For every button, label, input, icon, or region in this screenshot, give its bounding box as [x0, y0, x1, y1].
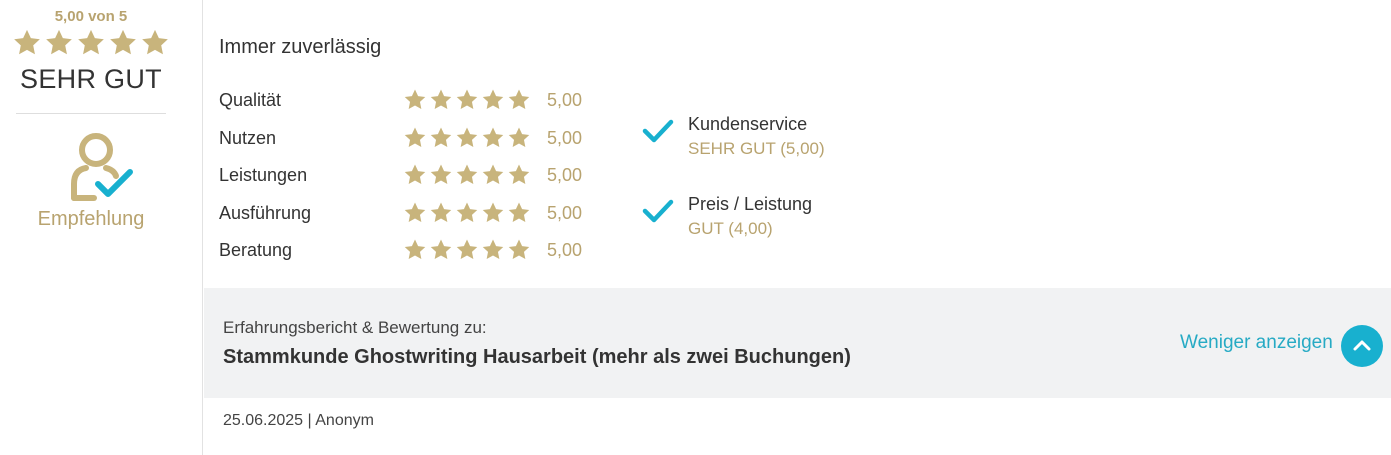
extra-rating-value: SEHR GUT (5,00) [688, 139, 825, 158]
recommendation-label: Empfehlung [37, 208, 145, 230]
criterion-value: 5,00 [547, 127, 583, 148]
overall-score-text: 5,00 von 5 [54, 8, 128, 25]
criterion-stars [403, 88, 547, 112]
criterion-row: Beratung 5,00 [219, 238, 582, 262]
extra-rating-item: Preis / Leistung GUT (4,00) [642, 192, 812, 242]
criterion-value: 5,00 [547, 202, 583, 223]
star-icon [507, 163, 531, 187]
star-icon [455, 238, 479, 262]
star-icon [12, 28, 42, 58]
star-icon [429, 126, 453, 150]
star-icon [455, 88, 479, 112]
star-icon [455, 163, 479, 187]
criterion-value: 5,00 [547, 164, 583, 185]
criterion-row: Qualität 5,00 [219, 88, 582, 112]
criterion-row: Ausführung 5,00 [219, 201, 582, 225]
criterion-label: Nutzen [219, 127, 277, 148]
overall-verdict: SEHR GUT [20, 64, 162, 94]
star-icon [481, 126, 505, 150]
extra-rating-label: Preis / Leistung [688, 194, 813, 214]
star-icon [108, 28, 138, 58]
star-icon [403, 238, 427, 262]
criterion-label: Leistungen [219, 164, 308, 185]
star-icon [429, 88, 453, 112]
star-icon [403, 88, 427, 112]
star-icon [429, 201, 453, 225]
show-less-link[interactable]: Weniger anzeigen [1180, 332, 1333, 354]
star-icon [481, 201, 505, 225]
star-icon [140, 28, 170, 58]
star-icon [429, 238, 453, 262]
review-subject-band: Erfahrungsbericht & Bewertung zu: Stammk… [204, 288, 1391, 398]
chevron-up-icon [1353, 340, 1371, 351]
extra-rating-item: Kundenservice SEHR GUT (5,00) [642, 112, 825, 162]
criterion-value: 5,00 [547, 89, 583, 110]
review-headline: Immer zuverlässig [219, 36, 382, 58]
star-icon [403, 201, 427, 225]
criterion-label: Beratung [219, 239, 293, 260]
star-icon [455, 126, 479, 150]
criterion-value: 5,00 [547, 239, 583, 260]
check-icon [642, 114, 674, 146]
recommendation-user-check-icon [71, 133, 133, 201]
extra-rating-value: GUT (4,00) [688, 219, 773, 238]
star-icon [507, 201, 531, 225]
star-icon [481, 88, 505, 112]
star-icon [403, 163, 427, 187]
review-subject-title: Stammkunde Ghostwriting Hausarbeit (mehr… [223, 346, 851, 368]
star-icon [481, 238, 505, 262]
criterion-stars [403, 238, 547, 262]
star-icon [76, 28, 106, 58]
star-icon [403, 126, 427, 150]
star-icon [429, 163, 453, 187]
star-icon [507, 238, 531, 262]
star-icon [507, 126, 531, 150]
summary-divider [16, 113, 166, 114]
check-icon [642, 194, 674, 226]
star-icon [44, 28, 74, 58]
criterion-stars [403, 201, 547, 225]
criterion-row: Nutzen 5,00 [219, 126, 582, 150]
criterion-label: Qualität [219, 89, 282, 110]
review-date-author: 25.06.2025 | Anonym [223, 412, 374, 429]
rating-summary-panel: 5,00 von 5 SEHR GUT Empfehlung [0, 0, 203, 455]
star-icon [455, 201, 479, 225]
criterion-row: Leistungen 5,00 [219, 163, 582, 187]
star-icon [507, 88, 531, 112]
criterion-stars [403, 163, 547, 187]
extra-rating-label: Kundenservice [688, 114, 808, 134]
criterion-stars [403, 126, 547, 150]
review-subject-label: Erfahrungsbericht & Bewertung zu: [223, 318, 487, 337]
overall-star-rating [12, 28, 170, 58]
collapse-button[interactable] [1341, 325, 1383, 367]
criterion-label: Ausführung [219, 202, 312, 223]
star-icon [481, 163, 505, 187]
